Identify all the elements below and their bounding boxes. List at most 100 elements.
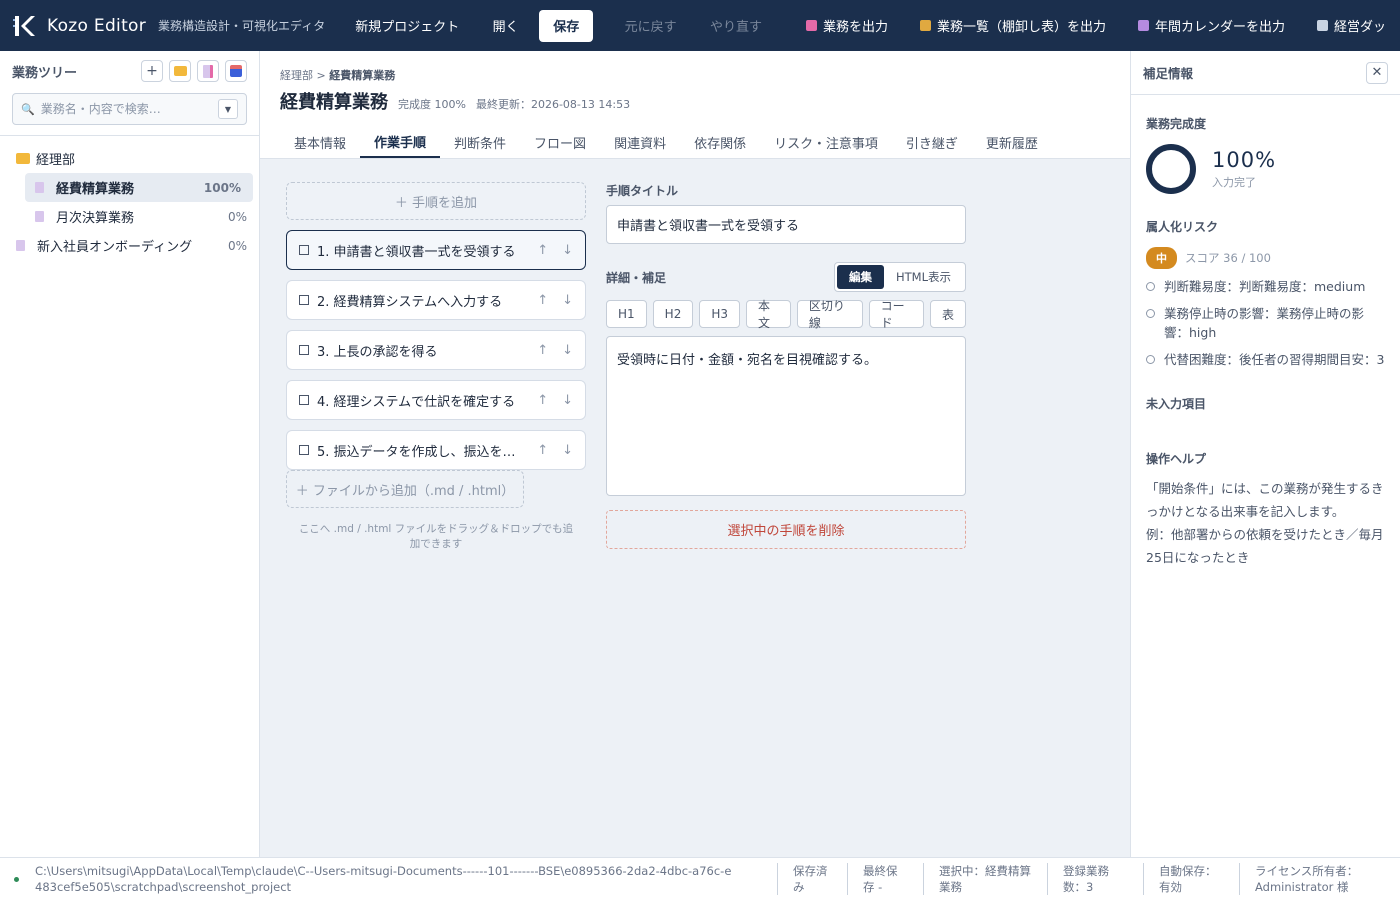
save-button[interactable]: 保存: [539, 9, 594, 42]
arrow-up-icon[interactable]: ↑: [537, 443, 548, 458]
top-toolbar: Kozo Editor 業務構造設計・可視化エディタ 新規プロジェクト 開く 保…: [0, 0, 1400, 51]
tab-materials[interactable]: 関連資料: [600, 126, 680, 158]
drop-hint: ここへ .md / .html ファイルをドラッグ＆ドロップでも追加できます: [298, 523, 574, 550]
tree-item-onboarding[interactable]: 新入社員オンボーディング 0%: [0, 231, 259, 260]
arrow-up-icon[interactable]: ↑: [537, 243, 548, 258]
management-dashboard-button[interactable]: 経営ダッ: [1303, 10, 1400, 42]
step-checkbox[interactable]: [299, 295, 309, 305]
edit-mode-button[interactable]: 編集: [836, 265, 884, 289]
step-checkbox[interactable]: [299, 245, 309, 255]
tree-folder-accounting[interactable]: 経理部: [0, 144, 259, 173]
format-table-button[interactable]: 表: [930, 300, 967, 328]
import-button[interactable]: [197, 60, 219, 82]
circle-icon: [1146, 282, 1155, 291]
add-folder-button[interactable]: [169, 60, 191, 82]
step-item[interactable]: 3. 上長の承認を得る ↑ ↓: [286, 330, 586, 370]
add-task-button[interactable]: +: [141, 60, 163, 82]
export-calendar-button[interactable]: 年間カレンダーを出力: [1124, 10, 1299, 42]
search-filter-dropdown[interactable]: ▼: [218, 99, 238, 119]
format-divider-button[interactable]: 区切り線: [796, 299, 863, 330]
arrow-down-icon[interactable]: ↓: [562, 293, 573, 308]
risk-level-badge: 中: [1146, 247, 1177, 269]
add-from-file-button[interactable]: ＋ ファイルから追加（.md / .html）: [286, 470, 524, 508]
completion-value: 100%: [1212, 148, 1277, 172]
tree-item-percent: 0%: [227, 209, 247, 224]
risk-label: 属人化リスク: [1146, 220, 1219, 234]
step-item[interactable]: 2. 経費精算システムへ入力する ↑ ↓: [286, 280, 586, 320]
export-button[interactable]: [225, 60, 247, 82]
detail-textarea[interactable]: 受領時に日付・金額・宛名を目視確認する。: [606, 336, 966, 496]
format-toolbar: H1 H2 H3 本文 区切り線 コード 表: [606, 299, 967, 330]
last-saved-status: 最終保存 -: [847, 863, 923, 895]
export-task-icon: [805, 20, 817, 31]
app-logo-icon: [13, 13, 37, 39]
tab-handover[interactable]: 引き継ぎ: [892, 126, 972, 158]
open-button[interactable]: 開く: [479, 10, 533, 42]
step-list: ＋ 手順を追加 1. 申請書と領収書一式を受領する ↑ ↓ 2. 経費精算システ…: [286, 182, 586, 552]
completion-section: 業務完成度 100% 入力完了: [1131, 115, 1400, 194]
step-item[interactable]: 4. 経理システムで仕訳を確定する ↑ ↓: [286, 380, 586, 420]
arrow-up-icon[interactable]: ↑: [537, 393, 548, 408]
step-checkbox[interactable]: [299, 445, 309, 455]
step-checkbox[interactable]: [299, 345, 309, 355]
breadcrumb-current: 経費精算業務: [329, 69, 396, 82]
new-project-button[interactable]: 新規プロジェクト: [341, 10, 473, 42]
tab-flow[interactable]: フロー図: [520, 126, 600, 158]
help-text: 「開始条件」には、この業務が発生するきっかけとなる出来事を記入します。: [1146, 481, 1384, 519]
tree-item-label: 月次決算業務: [56, 211, 135, 226]
html-view-button[interactable]: HTML表示: [884, 265, 963, 289]
export-task-button[interactable]: 業務を出力: [792, 10, 902, 42]
step-title-input[interactable]: 申請書と領収書一式を受領する: [606, 205, 966, 244]
tab-risks[interactable]: リスク・注意事項: [760, 126, 892, 158]
breadcrumb-parent[interactable]: 経理部: [280, 69, 313, 82]
arrow-down-icon[interactable]: ↓: [562, 443, 573, 458]
app-subtitle: 業務構造設計・可視化エディタ: [158, 19, 326, 33]
tab-conditions[interactable]: 判断条件: [440, 126, 520, 158]
status-bar: C:\Users\mitsugi\AppData\Local\Temp\clau…: [0, 857, 1400, 900]
step-item[interactable]: 1. 申請書と領収書一式を受領する ↑ ↓: [286, 230, 586, 270]
add-step-button[interactable]: ＋ 手順を追加: [286, 182, 586, 220]
arrow-down-icon[interactable]: ↓: [562, 393, 573, 408]
help-section: 操作ヘルプ 「開始条件」には、この業務が発生するきっかけとなる出来事を記入します…: [1131, 450, 1400, 569]
info-panel-header: 補足情報 ✕: [1131, 51, 1400, 95]
step-label: 3. 上長の承認を得る: [317, 344, 438, 360]
save-status: 保存済み: [777, 863, 847, 895]
arrow-down-icon[interactable]: ↓: [562, 343, 573, 358]
document-icon: [35, 211, 44, 222]
format-h3-button[interactable]: H3: [699, 300, 741, 328]
box-icon: [230, 65, 242, 77]
format-body-button[interactable]: 本文: [746, 299, 791, 330]
undo-button[interactable]: 元に戻す: [611, 10, 691, 42]
tab-basic-info[interactable]: 基本情報: [280, 126, 360, 158]
selected-task-status: 選択中：経費精算業務: [923, 863, 1047, 895]
step-item[interactable]: 5. 振込データを作成し、振込を実行する ↑ ↓: [286, 430, 586, 470]
tree-item-percent: 100%: [203, 180, 241, 195]
delete-step-button[interactable]: 選択中の手順を削除: [606, 510, 966, 549]
step-label: 2. 経費精算システムへ入力する: [317, 294, 503, 310]
detail-header: 詳細・補足 編集 HTML表示: [606, 262, 966, 292]
step-label: 1. 申請書と領収書一式を受領する: [317, 244, 516, 260]
search-input[interactable]: [40, 102, 218, 116]
arrow-down-icon[interactable]: ↓: [562, 243, 573, 258]
redo-button[interactable]: やり直す: [696, 10, 776, 42]
format-h2-button[interactable]: H2: [652, 300, 694, 328]
arrow-up-icon[interactable]: ↑: [537, 293, 548, 308]
tab-dependencies[interactable]: 依存関係: [680, 126, 760, 158]
step-checkbox[interactable]: [299, 395, 309, 405]
tree-item-expense[interactable]: 経費精算業務 100%: [25, 173, 253, 202]
risk-section: 属人化リスク 中 スコア 36 / 100 判断難易度：判断難易度：medium…: [1131, 218, 1400, 369]
sidebar-actions: +: [141, 60, 247, 82]
close-panel-button[interactable]: ✕: [1366, 61, 1388, 84]
document-icon: [16, 240, 25, 251]
task-tree: 経理部 経費精算業務 100% 月次決算業務 0% 新入社員オンボーディング 0…: [0, 136, 259, 260]
format-h1-button[interactable]: H1: [606, 300, 647, 328]
format-code-button[interactable]: コード: [868, 299, 924, 330]
tab-history[interactable]: 更新履歴: [972, 126, 1052, 158]
export-list-button[interactable]: 業務一覧（棚卸し表）を出力: [906, 10, 1120, 42]
risk-summary: 中 スコア 36 / 100: [1146, 247, 1385, 269]
task-count-status: 登録業務数：3: [1047, 863, 1143, 895]
close-icon: ✕: [1371, 65, 1383, 80]
arrow-up-icon[interactable]: ↑: [537, 343, 548, 358]
tab-procedure[interactable]: 作業手順: [360, 126, 441, 158]
tree-item-monthly-close[interactable]: 月次決算業務 0%: [0, 202, 259, 231]
